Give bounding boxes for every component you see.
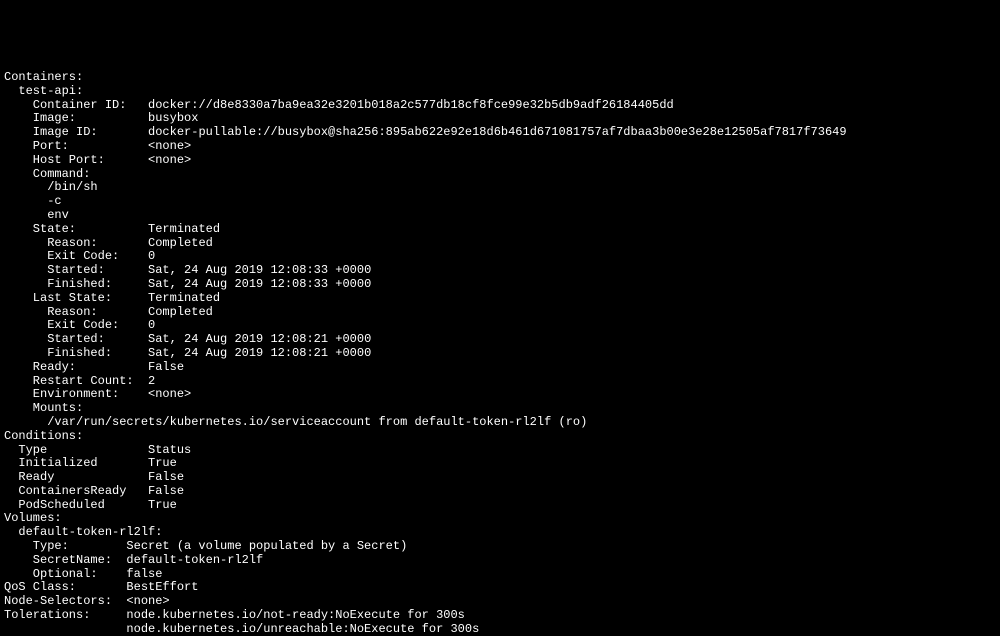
value: <none> [148,387,191,401]
line: default-token-rl2lf: [4,525,162,539]
value: Terminated [148,222,220,236]
label: State: [4,222,148,236]
value: Sat, 24 Aug 2019 12:08:21 +0000 [148,346,371,360]
line: Containers: [4,70,83,84]
value: false [126,567,162,581]
value: Sat, 24 Aug 2019 12:08:33 +0000 [148,263,371,277]
value: <none> [148,139,191,153]
label: Mounts: [4,401,83,415]
line: Ready False [4,470,184,484]
value: 0 [148,318,155,332]
label: Image: [4,111,148,125]
label [4,622,126,636]
value: Completed [148,305,213,319]
value: 2 [148,374,155,388]
label: Finished: [4,346,148,360]
value: Sat, 24 Aug 2019 12:08:33 +0000 [148,277,371,291]
value: <none> [148,153,191,167]
label: Host Port: [4,153,148,167]
line: Conditions: [4,429,83,443]
label: Exit Code: [4,318,148,332]
line: PodScheduled True [4,498,177,512]
line: Type Status [4,443,191,457]
value: node.kubernetes.io/unreachable:NoExecute… [126,622,479,636]
label: QoS Class: [4,580,126,594]
line: /bin/sh [4,180,98,194]
value: Secret (a volume populated by a Secret) [126,539,407,553]
label: Restart Count: [4,374,148,388]
label: Started: [4,263,148,277]
label: Started: [4,332,148,346]
label: SecretName: [4,553,126,567]
label: Image ID: [4,125,148,139]
label: Ready: [4,360,148,374]
value: 0 [148,249,155,263]
value: default-token-rl2lf [126,553,263,567]
label: Command: [4,167,90,181]
label: Exit Code: [4,249,148,263]
label: Optional: [4,567,126,581]
value: <none> [126,594,169,608]
line: env [4,208,69,222]
line: Volumes: [4,511,62,525]
value: BestEffort [126,580,198,594]
label: Tolerations: [4,608,126,622]
line: ContainersReady False [4,484,184,498]
label: Port: [4,139,148,153]
value: Completed [148,236,213,250]
value: False [148,360,184,374]
label: Type: [4,539,126,553]
value: Terminated [148,291,220,305]
label: Environment: [4,387,148,401]
label: Reason: [4,305,148,319]
value: node.kubernetes.io/not-ready:NoExecute f… [126,608,464,622]
label: Last State: [4,291,148,305]
label: Reason: [4,236,148,250]
line: -c [4,194,62,208]
value: docker-pullable://busybox@sha256:895ab62… [148,125,847,139]
line: test-api: [4,84,83,98]
value: Sat, 24 Aug 2019 12:08:21 +0000 [148,332,371,346]
terminal-output: Containers: test-api: Container ID: dock… [0,55,1000,636]
line: /var/run/secrets/kubernetes.io/serviceac… [4,415,587,429]
label: Finished: [4,277,148,291]
label: Node-Selectors: [4,594,126,608]
line: Initialized True [4,456,177,470]
label: Container ID: [4,98,148,112]
value: busybox [148,111,198,125]
value: docker://d8e8330a7ba9ea32e3201b018a2c577… [148,98,674,112]
